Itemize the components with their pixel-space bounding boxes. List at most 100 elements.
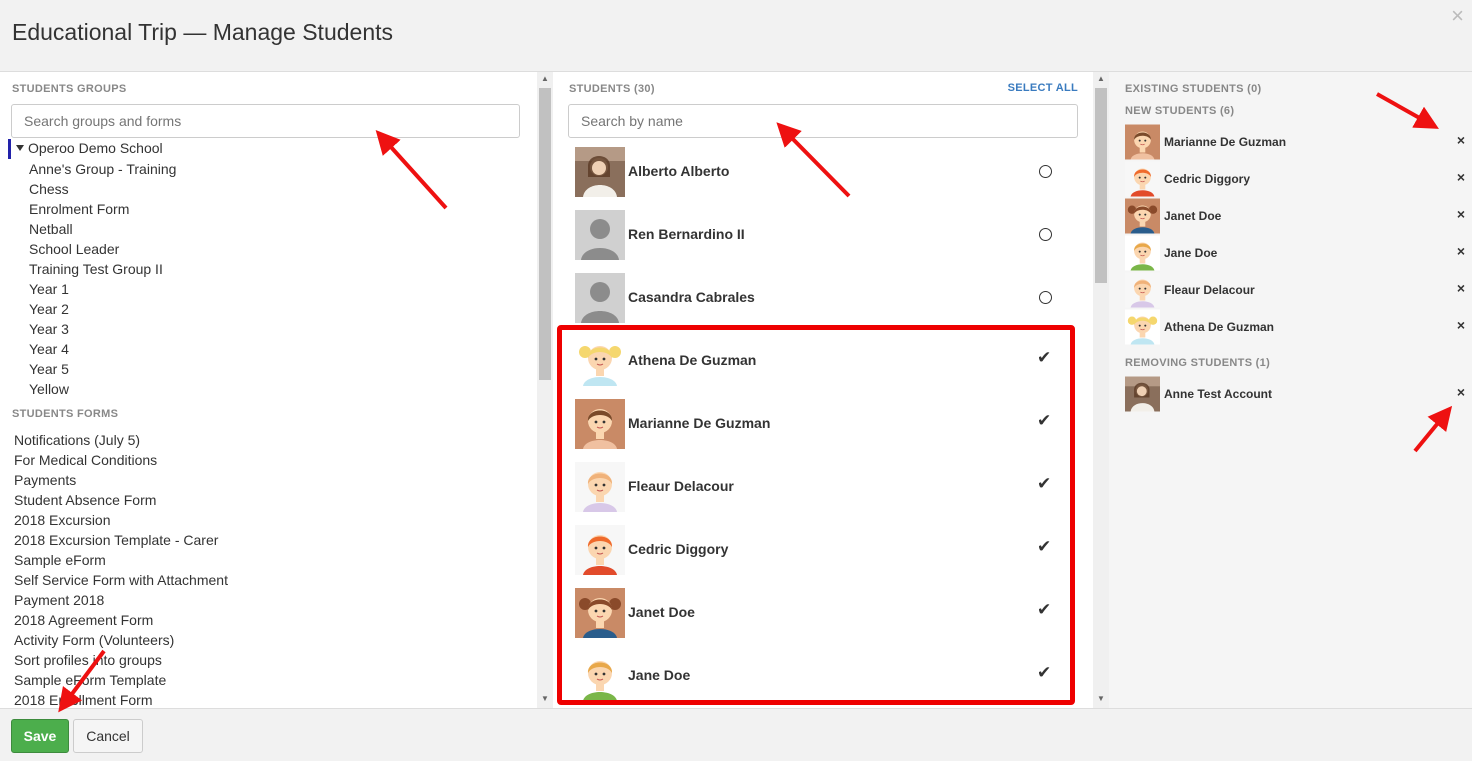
select-radio[interactable] bbox=[1039, 228, 1052, 241]
form-item[interactable]: 2018 Excursion bbox=[14, 510, 524, 530]
student-row[interactable]: Marianne De Guzman ✔ bbox=[575, 399, 1065, 449]
group-item[interactable]: Year 3 bbox=[8, 319, 528, 339]
remove-icon[interactable]: × bbox=[1457, 206, 1465, 222]
selected-student-row: Athena De Guzman × bbox=[1125, 309, 1465, 345]
student-name: Cedric Diggory bbox=[1164, 172, 1251, 186]
select-radio[interactable] bbox=[1039, 291, 1052, 304]
dialog-header: Educational Trip — Manage Students × bbox=[0, 0, 1472, 72]
checkmark-icon[interactable]: ✔ bbox=[1037, 537, 1051, 557]
caret-down-icon[interactable] bbox=[16, 145, 24, 151]
group-item[interactable]: School Leader bbox=[8, 239, 528, 259]
selected-student-row: Jane Doe × bbox=[1125, 235, 1465, 271]
student-avatar bbox=[575, 651, 625, 701]
students-panel: STUDENTS (30) SELECT ALL Alberto Alberto… bbox=[553, 72, 1093, 708]
students-search-input[interactable] bbox=[568, 104, 1078, 138]
student-name: Alberto Alberto bbox=[628, 163, 730, 179]
form-item[interactable]: Notifications (July 5) bbox=[14, 430, 524, 450]
scrollbar-thumb[interactable] bbox=[1095, 88, 1107, 283]
scroll-up-icon[interactable]: ▲ bbox=[1097, 74, 1105, 83]
student-avatar bbox=[1125, 272, 1160, 308]
form-item[interactable]: Sample eForm bbox=[14, 550, 524, 570]
student-name: Ren Bernardino II bbox=[628, 226, 745, 242]
selected-student-row: Fleaur Delacour × bbox=[1125, 272, 1465, 308]
students-title: STUDENTS (30) bbox=[569, 83, 655, 95]
save-button[interactable]: Save bbox=[11, 719, 69, 753]
student-avatar bbox=[1125, 309, 1160, 345]
student-row[interactable]: Ren Bernardino II bbox=[575, 210, 1065, 260]
dialog-footer: Save Cancel bbox=[0, 708, 1472, 761]
student-row[interactable]: Fleaur Delacour ✔ bbox=[575, 462, 1065, 512]
form-item[interactable]: 2018 Excursion Template - Carer bbox=[14, 530, 524, 550]
group-item[interactable]: Yellow bbox=[8, 379, 528, 399]
select-all-link[interactable]: SELECT ALL bbox=[1008, 82, 1078, 94]
form-item[interactable]: Sort profiles into groups bbox=[14, 650, 524, 670]
cancel-button[interactable]: Cancel bbox=[73, 719, 143, 753]
group-item[interactable]: Anne's Group - Training bbox=[8, 159, 528, 179]
selected-student-row: Marianne De Guzman × bbox=[1125, 124, 1465, 160]
student-name: Cedric Diggory bbox=[628, 541, 729, 557]
select-radio[interactable] bbox=[1039, 165, 1052, 178]
student-avatar bbox=[575, 525, 625, 575]
student-row[interactable]: Cedric Diggory ✔ bbox=[575, 525, 1065, 575]
student-name: Athena De Guzman bbox=[1164, 320, 1275, 334]
students-scrollbar[interactable]: ▲ ▼ bbox=[1093, 72, 1109, 708]
student-row[interactable]: Alberto Alberto bbox=[575, 147, 1065, 197]
remove-icon[interactable]: × bbox=[1457, 317, 1465, 333]
student-row[interactable]: Athena De Guzman ✔ bbox=[575, 336, 1065, 386]
student-row[interactable]: Janet Doe ✔ bbox=[575, 588, 1065, 638]
remove-icon[interactable]: × bbox=[1457, 169, 1465, 185]
group-item[interactable]: Enrolment Form bbox=[8, 199, 528, 219]
group-item[interactable]: Netball bbox=[8, 219, 528, 239]
student-name: Anne Test Account bbox=[1164, 387, 1273, 401]
student-avatar bbox=[1125, 235, 1160, 271]
checkmark-icon[interactable]: ✔ bbox=[1037, 600, 1051, 620]
form-item[interactable]: Payments bbox=[14, 470, 524, 490]
student-row[interactable]: Casandra Cabrales bbox=[575, 273, 1065, 323]
groups-title: STUDENTS GROUPS bbox=[12, 83, 127, 95]
group-item[interactable]: Year 5 bbox=[8, 359, 528, 379]
groups-panel: STUDENTS GROUPS Operoo Demo School Anne'… bbox=[0, 72, 537, 708]
student-avatar bbox=[575, 273, 625, 323]
groups-search-input[interactable] bbox=[11, 104, 520, 138]
checkmark-icon[interactable]: ✔ bbox=[1037, 474, 1051, 494]
group-item[interactable]: Training Test Group II bbox=[8, 259, 528, 279]
remove-icon[interactable]: × bbox=[1457, 280, 1465, 296]
group-item[interactable]: Year 2 bbox=[8, 299, 528, 319]
form-item[interactable]: Self Service Form with Attachment bbox=[14, 570, 524, 590]
groups-scrollbar[interactable]: ▲ ▼ bbox=[537, 72, 553, 708]
checkmark-icon[interactable]: ✔ bbox=[1037, 348, 1051, 368]
form-item[interactable]: Student Absence Form bbox=[14, 490, 524, 510]
form-item[interactable]: Activity Form (Volunteers) bbox=[14, 630, 524, 650]
group-item[interactable]: Chess bbox=[8, 179, 528, 199]
student-avatar bbox=[1125, 124, 1160, 160]
checkmark-icon[interactable]: ✔ bbox=[1037, 411, 1051, 431]
scroll-up-icon[interactable]: ▲ bbox=[541, 74, 549, 83]
scrollbar-thumb[interactable] bbox=[539, 88, 551, 380]
selected-student-row: Cedric Diggory × bbox=[1125, 161, 1465, 197]
student-name: Athena De Guzman bbox=[628, 352, 757, 368]
student-name: Casandra Cabrales bbox=[628, 289, 755, 305]
dialog-title: Educational Trip — Manage Students bbox=[12, 19, 394, 45]
form-item[interactable]: For Medical Conditions bbox=[14, 450, 524, 470]
selected-student-row: Janet Doe × bbox=[1125, 198, 1465, 234]
tree-root-school[interactable]: Operoo Demo School bbox=[8, 139, 528, 159]
student-name: Fleaur Delacour bbox=[628, 478, 734, 494]
remove-icon[interactable]: × bbox=[1457, 132, 1465, 148]
form-item[interactable]: 2018 Enrollment Form bbox=[14, 690, 524, 708]
scroll-down-icon[interactable]: ▼ bbox=[541, 694, 549, 703]
form-item[interactable]: Payment 2018 bbox=[14, 590, 524, 610]
existing-students-title: EXISTING STUDENTS (0) bbox=[1125, 83, 1262, 95]
form-item[interactable]: Sample eForm Template bbox=[14, 670, 524, 690]
close-icon[interactable]: × bbox=[1451, 4, 1464, 28]
remove-icon[interactable]: × bbox=[1457, 384, 1465, 400]
scroll-down-icon[interactable]: ▼ bbox=[1097, 694, 1105, 703]
remove-icon[interactable]: × bbox=[1457, 243, 1465, 259]
student-avatar bbox=[575, 336, 625, 386]
checkmark-icon[interactable]: ✔ bbox=[1037, 663, 1051, 683]
group-item[interactable]: Year 4 bbox=[8, 339, 528, 359]
group-item[interactable]: Year 1 bbox=[8, 279, 528, 299]
form-item[interactable]: 2018 Agreement Form bbox=[14, 610, 524, 630]
student-avatar bbox=[1125, 198, 1160, 234]
selection-panel: EXISTING STUDENTS (0) NEW STUDENTS (6) M… bbox=[1109, 72, 1472, 708]
student-row[interactable]: Jane Doe ✔ bbox=[575, 651, 1065, 701]
